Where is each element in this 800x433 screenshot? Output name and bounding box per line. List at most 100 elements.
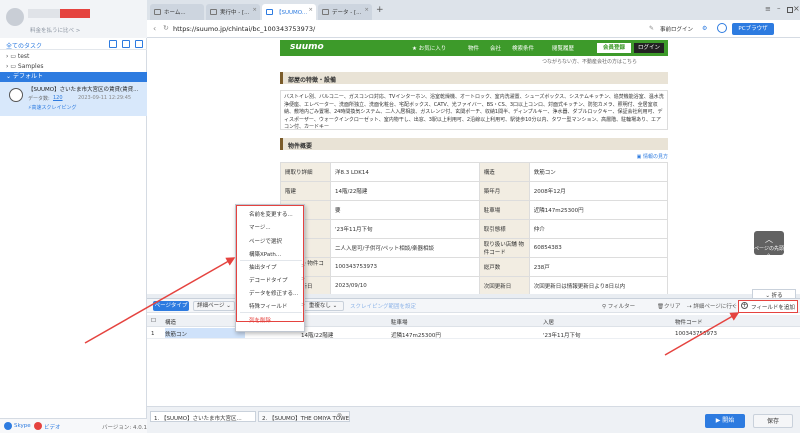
folder-icon: ▭ [10,53,18,60]
overview-row: 情報更新日2023/09/10次回更新日次回更新日は情報更新日より8日以内 [280,276,669,294]
timer-icon[interactable] [717,23,727,33]
address-bar: ‹ ↻ https://suumo.jp/chintai/bc_10034375… [147,20,800,38]
suumo-header: suumo ★ お気に入り 物件 会社 検索条件 閲覧履歴 会員登録 ログイン [280,40,668,56]
overview-title: 物件概要 [280,138,668,150]
new-task-icon[interactable] [109,40,117,48]
home-icon [154,9,161,15]
pre-login-button[interactable]: 事前ログイン [660,25,693,33]
suumo-logo[interactable]: suumo [290,42,324,52]
start-button[interactable]: ▶ 開始 [705,414,745,428]
overview-label: 構造 [478,162,530,182]
nav-history[interactable]: 閲覧履歴 [552,44,574,52]
close-icon[interactable]: × [308,7,313,13]
table-cell[interactable]: 100343753973 [675,331,717,337]
more-button[interactable]: ... [731,301,737,308]
run-icon [210,9,217,15]
nav-search-conditions[interactable]: 検索条件 [512,44,534,52]
page-type-label: ページタイプ [153,301,189,311]
tab-label: ホーム... [164,10,186,16]
settings-icon[interactable]: ⚙ [702,25,707,32]
skype-link[interactable]: Skype [14,423,31,429]
scrape-range-link[interactable]: スクレイピング範囲を設定 [350,302,416,310]
overview-value: 238戸 [528,257,669,277]
new-tab-icon[interactable]: + [376,5,384,15]
overview-label: 築年月 [478,181,530,201]
pc-browser-button[interactable]: PCブラウザ [732,23,774,35]
overview-label: 駐車場 [478,200,530,220]
upgrade-link[interactable]: 料金を払うに比べ > [30,26,80,34]
column-header[interactable]: 物件コード [675,318,703,326]
overview-row: 階建 14階/22階建 築年月 2008年12月 [280,181,669,201]
folder-default[interactable]: ⌄ デフォルト [0,72,147,82]
star-icon: ★ [412,46,419,52]
reload-icon[interactable]: ↻ [163,24,169,32]
new-folder-icon[interactable] [135,40,143,48]
trash-icon: 🗑 [657,304,664,310]
avatar[interactable] [6,8,24,26]
minimize-icon[interactable]: – [777,4,781,12]
register-button[interactable]: 会員登録 [597,43,631,53]
nav-company[interactable]: 会社 [490,44,501,52]
video-link[interactable]: ビデオ [44,423,61,431]
table-cell[interactable]: 14階/22階建 [301,331,333,339]
table-cell[interactable]: '23年11月下旬 [543,331,581,339]
chevron-down-icon: ⌄ [6,73,13,80]
import-icon[interactable] [122,40,130,48]
overview-value: 洋8.3 LDK14 [330,162,480,182]
login-button[interactable]: ログイン [634,43,664,53]
task-count-label: データ数: [28,96,50,102]
column-header[interactable]: 入居 [543,318,554,326]
video-icon[interactable] [34,422,42,430]
all-tasks-label[interactable]: 全てのタスク [6,41,42,50]
column-header[interactable]: 駐車場 [391,318,408,326]
row-index: 1 [151,331,155,337]
window-close-icon[interactable]: × [793,4,800,13]
overview-label: 取引態様 [478,219,530,239]
go-detail-button[interactable]: ⇢ 詳細ページに行く [687,302,737,310]
filter-button[interactable]: ⚲ フィルター [602,302,635,310]
tab-running[interactable]: 実行中 - [... × [206,4,260,20]
tab-label: 実行中 - [... [220,10,250,16]
help-note[interactable]: つながらない方、不動産会社の方はこちら [542,58,637,65]
nav-property[interactable]: 物件 [468,44,479,52]
task-title[interactable]: 【SUUMO】さいたま市大宮区の賃貸(賃貸... [28,85,143,93]
column-header[interactable]: 構造 [165,318,176,326]
menu-icon[interactable]: ≡ [765,5,771,13]
tab-label: 【SUUMO... [276,10,308,16]
bottom-tab-1[interactable]: 1. 【SUUMO】さいたま市大宮区... [150,411,256,422]
sidebar: 料金を払うに比べ > 全てのタスク › ▭ test › ▭ Samples ⌄… [0,0,147,433]
overview-label: 取り扱い店舗 物件コード [478,238,530,258]
help-link[interactable]: ▣ 情報の見方 [637,153,668,160]
table-cell[interactable]: 近隣147m25300円 [391,331,441,339]
skype-icon[interactable] [4,422,12,430]
overview-value: 60854383 [528,238,669,258]
dedup-select[interactable]: 重複なし ⌄ [302,301,344,311]
data-icon [322,9,329,15]
add-field-button[interactable]: + フィールドを追加 [738,300,798,313]
save-button[interactable]: 保存 [753,414,793,428]
chevron-down-icon: ⌄ [224,303,231,309]
close-icon[interactable]: ⊗ [337,412,342,419]
back-icon[interactable]: ‹ [153,24,156,33]
overview-label: 総戸数 [478,257,530,277]
task-type-icon [9,88,23,102]
overview-value: 近隣147m25300円 [528,200,669,220]
tab-home[interactable]: ホーム... [150,4,204,20]
task-count[interactable]: 120 [53,95,63,101]
tab-data[interactable]: データ - [... × [318,4,372,20]
help-link-label: 情報の見方 [642,154,668,160]
checkbox-icon[interactable]: ☐ [151,318,156,324]
page-icon [266,9,273,15]
url-field[interactable]: https://suumo.jp/chintai/bc_100343753973… [173,25,315,33]
overview-row: SUUMO 物件コード100343753973総戸数238戸 [280,257,669,277]
edit-icon[interactable]: ✎ [649,25,654,32]
scroll-top-button[interactable]: ︿ ページの先頭へ [754,231,784,259]
close-icon[interactable]: × [364,7,369,13]
tab-suumo[interactable]: 【SUUMO... × [262,4,316,20]
clear-button[interactable]: 🗑クリア [657,302,681,310]
close-icon[interactable]: × [252,7,257,13]
page-type-select[interactable]: 詳細ページ ⌄ [193,301,235,311]
account-badge [60,9,90,18]
table-cell-selected[interactable]: 鉄筋コン [165,328,245,338]
favorites-link[interactable]: ★ お気に入り [412,44,446,52]
